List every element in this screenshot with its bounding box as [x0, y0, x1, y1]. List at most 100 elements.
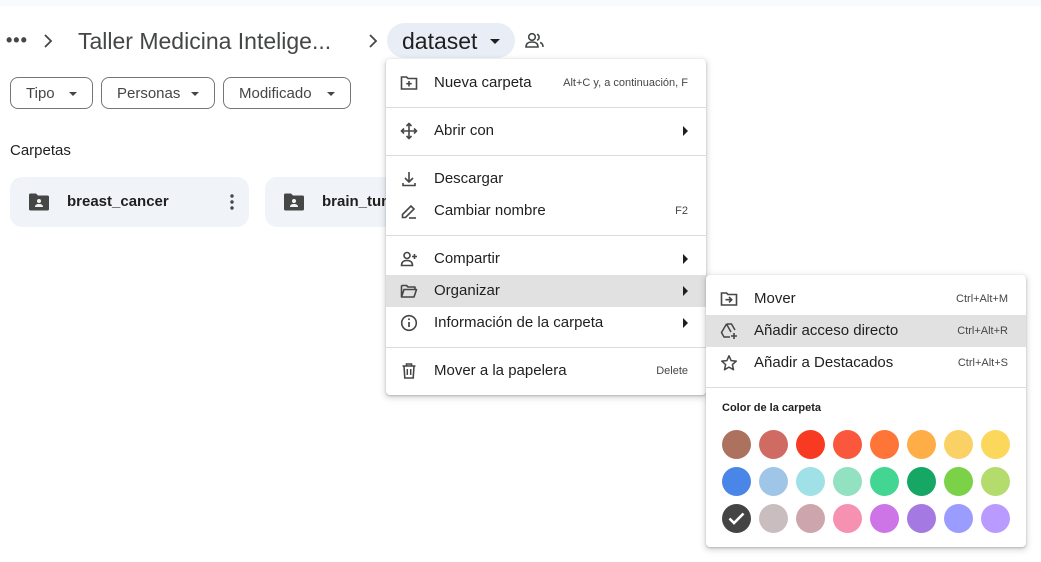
info-icon — [400, 314, 418, 332]
checkmark-icon — [728, 511, 745, 526]
submenu-arrow-icon — [683, 318, 688, 328]
color-swatch[interactable] — [722, 467, 751, 496]
folder-context-menu: Nueva carpeta Alt+C y, a continuación, F… — [386, 59, 706, 395]
color-swatch[interactable] — [981, 504, 1010, 533]
menu-item-new-folder[interactable]: Nueva carpeta Alt+C y, a continuación, F — [386, 67, 706, 99]
menu-item-label: Mover — [754, 290, 796, 307]
color-swatch[interactable] — [870, 504, 899, 533]
menu-item-label: Añadir a Destacados — [754, 354, 894, 371]
rename-pencil-icon — [400, 202, 418, 220]
color-swatch[interactable] — [833, 504, 862, 533]
menu-item-rename[interactable]: Cambiar nombre F2 — [386, 195, 706, 227]
shortcut-hint: Ctrl+Alt+R — [957, 325, 1008, 337]
menu-item-label: Cambiar nombre — [434, 202, 546, 219]
color-swatch[interactable] — [796, 467, 825, 496]
shortcut-hint: Alt+C y, a continuación, F — [563, 77, 688, 89]
menu-item-label: Añadir acceso directo — [754, 322, 899, 339]
share-person-add-icon — [400, 250, 418, 268]
caret-down-icon — [69, 92, 77, 96]
color-swatch[interactable] — [981, 467, 1010, 496]
menu-item-move[interactable]: Mover Ctrl+Alt+M — [706, 283, 1026, 315]
color-swatch[interactable] — [796, 504, 825, 533]
color-swatch[interactable] — [907, 467, 936, 496]
breadcrumb: ••• Taller Medicina Intelige... dataset — [0, 22, 1041, 60]
menu-divider — [386, 107, 706, 108]
menu-item-add-to-starred[interactable]: Añadir a Destacados Ctrl+Alt+S — [706, 347, 1026, 379]
menu-item-add-shortcut[interactable]: Añadir acceso directo Ctrl+Alt+R — [706, 315, 1026, 347]
menu-divider — [386, 235, 706, 236]
submenu-arrow-icon — [683, 126, 688, 136]
shared-people-icon[interactable] — [524, 31, 546, 51]
color-swatch[interactable] — [722, 504, 751, 533]
breadcrumb-current-label: dataset — [402, 28, 478, 54]
shortcut-hint: Ctrl+Alt+S — [957, 357, 1008, 369]
more-vert-icon[interactable] — [229, 192, 235, 212]
organize-submenu: Mover Ctrl+Alt+M Añadir acceso directo C… — [706, 275, 1026, 547]
filter-modified-label: Modificado — [239, 85, 312, 102]
caret-down-icon — [191, 92, 199, 96]
breadcrumb-parent-folder[interactable]: Taller Medicina Intelige... — [78, 27, 331, 55]
caret-down-icon — [490, 39, 500, 44]
download-icon — [400, 170, 418, 188]
chevron-right-icon — [367, 31, 379, 51]
menu-divider — [386, 155, 706, 156]
menu-item-share[interactable]: Compartir — [386, 243, 706, 275]
menu-item-label: Mover a la papelera — [434, 362, 567, 379]
color-swatch[interactable] — [907, 430, 936, 459]
folder-name: brain_tum — [322, 193, 395, 210]
folder-color-title: Color de la carpeta — [722, 402, 822, 414]
breadcrumb-current-folder-button[interactable]: dataset — [387, 23, 515, 58]
menu-divider — [706, 387, 1026, 388]
color-swatch[interactable] — [833, 467, 862, 496]
menu-item-organize[interactable]: Organizar — [386, 275, 706, 307]
top-bar-strip — [0, 0, 1041, 6]
folder-name: breast_cancer — [67, 193, 169, 210]
color-swatch[interactable] — [833, 430, 862, 459]
color-swatch[interactable] — [759, 504, 788, 533]
color-swatch[interactable] — [870, 430, 899, 459]
shortcut-hint: Ctrl+Alt+M — [956, 293, 1008, 305]
color-swatch[interactable] — [944, 430, 973, 459]
move-arrows-icon — [400, 122, 418, 140]
menu-item-open-with[interactable]: Abrir con — [386, 115, 706, 147]
filter-people-label: Personas — [117, 85, 181, 102]
color-swatch[interactable] — [944, 467, 973, 496]
submenu-arrow-icon — [683, 254, 688, 264]
filter-modified-chip[interactable]: Modificado — [223, 77, 351, 109]
folders-section-title: Carpetas — [10, 142, 71, 159]
menu-item-move-to-trash[interactable]: Mover a la papelera Delete — [386, 355, 706, 387]
menu-item-label: Abrir con — [434, 122, 495, 139]
color-swatch[interactable] — [907, 504, 936, 533]
move-to-folder-icon — [720, 290, 738, 308]
chevron-right-icon — [42, 31, 54, 51]
new-folder-icon — [400, 74, 418, 92]
filter-type-label: Tipo — [26, 85, 55, 102]
color-swatch[interactable] — [759, 467, 788, 496]
menu-item-label: Compartir — [434, 250, 500, 267]
add-shortcut-icon — [720, 322, 738, 340]
folder-card[interactable]: breast_cancer — [10, 177, 249, 227]
shared-folder-icon — [28, 192, 50, 212]
shared-folder-icon — [283, 192, 305, 212]
trash-icon — [400, 362, 418, 380]
color-swatch[interactable] — [722, 430, 751, 459]
filter-type-chip[interactable]: Tipo — [10, 77, 93, 109]
filter-people-chip[interactable]: Personas — [101, 77, 215, 109]
color-swatch[interactable] — [944, 504, 973, 533]
color-swatch[interactable] — [796, 430, 825, 459]
color-swatch[interactable] — [759, 430, 788, 459]
menu-item-label: Nueva carpeta — [434, 74, 532, 91]
menu-item-label: Organizar — [434, 282, 500, 299]
folder-open-icon — [400, 282, 418, 300]
shortcut-hint: F2 — [675, 205, 688, 217]
color-swatch[interactable] — [870, 467, 899, 496]
menu-item-label: Información de la carpeta — [434, 314, 604, 331]
caret-down-icon — [327, 92, 335, 96]
color-swatch[interactable] — [981, 430, 1010, 459]
shortcut-hint: Delete — [656, 365, 688, 377]
menu-item-download[interactable]: Descargar — [386, 163, 706, 195]
breadcrumb-more-button[interactable]: ••• — [6, 26, 28, 56]
menu-divider — [386, 347, 706, 348]
menu-item-label: Descargar — [434, 170, 504, 187]
menu-item-folder-info[interactable]: Información de la carpeta — [386, 307, 706, 339]
